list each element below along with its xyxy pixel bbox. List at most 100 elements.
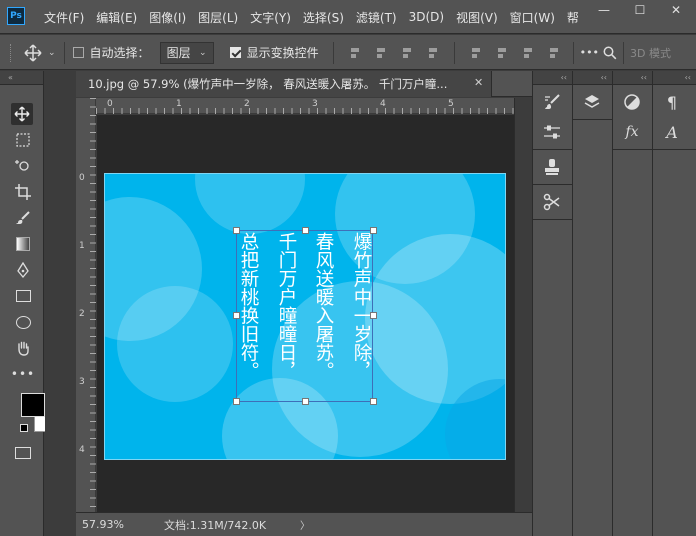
align-center-h-icon[interactable]	[375, 46, 387, 60]
search-icon[interactable]	[603, 46, 617, 60]
character-icon[interactable]: A	[653, 117, 691, 147]
panel-collapse-header[interactable]: ‹‹	[533, 71, 572, 85]
mode-3d-label[interactable]: 3D 模式	[630, 45, 671, 61]
align-middle-v-icon[interactable]	[496, 46, 508, 60]
panel-collapse-header[interactable]: ‹‹	[613, 71, 652, 85]
transform-handle-tl[interactable]	[233, 227, 240, 234]
ruler-v-label: 2	[79, 309, 85, 319]
stamp-icon[interactable]	[533, 152, 571, 182]
layers-icon[interactable]	[573, 87, 611, 117]
transform-handle-br[interactable]	[370, 398, 377, 405]
panel-column-2: ‹‹	[572, 71, 612, 536]
status-bar: 57.93% 文档:1.31M/742.0K 〉	[76, 512, 532, 536]
menu-items: 文件(F) 编辑(E) 图像(I) 图层(L) 文字(Y) 选择(S) 滤镜(T…	[44, 0, 591, 34]
ps-logo: Ps	[7, 7, 25, 25]
toolbar-gap	[45, 71, 76, 536]
poem-line-3[interactable]: 千门万户曈曈日，	[276, 232, 297, 380]
default-colors-icon[interactable]	[20, 424, 28, 432]
menu-file[interactable]: 文件(F)	[44, 9, 84, 26]
menu-type[interactable]: 文字(Y)	[250, 9, 291, 26]
menu-bar: Ps 文件(F) 编辑(E) 图像(I) 图层(L) 文字(Y) 选择(S) 滤…	[0, 0, 696, 34]
hand-tool-icon[interactable]	[12, 337, 34, 359]
object-select-icon[interactable]	[12, 155, 34, 177]
more-tools-icon[interactable]: •••	[11, 363, 34, 385]
transform-handle-mr[interactable]	[370, 312, 377, 319]
transform-handle-ml[interactable]	[233, 312, 240, 319]
show-transform-checkbox[interactable]	[229, 47, 241, 58]
align-top-icon[interactable]	[470, 46, 482, 60]
tools-panel-header[interactable]: «	[0, 71, 43, 85]
transform-handle-tr[interactable]	[370, 227, 377, 234]
auto-select-target-dropdown[interactable]: 图层 ⌄	[159, 41, 214, 64]
adjust-icon[interactable]	[533, 117, 571, 147]
panel-collapse-header[interactable]: ‹‹	[653, 71, 696, 85]
styles-fx-icon[interactable]: fx	[613, 117, 651, 147]
marquee-tool-icon[interactable]	[12, 129, 34, 151]
minimize-button[interactable]: —	[586, 0, 622, 20]
horizontal-ruler[interactable]: 0 1 2 3 4 5	[96, 98, 514, 114]
rectangle-tool-icon[interactable]	[12, 285, 34, 307]
ruler-v-label: 1	[79, 241, 85, 251]
menu-help[interactable]: 帮	[567, 9, 579, 26]
brush-tool-icon[interactable]	[12, 207, 34, 229]
align-left-icon[interactable]	[349, 46, 361, 60]
quick-mask-icon[interactable]	[15, 447, 31, 459]
brush-settings-icon[interactable]	[533, 87, 571, 117]
divider	[572, 41, 574, 64]
divider	[453, 41, 455, 64]
divider	[332, 41, 334, 64]
poem-line-2[interactable]: 春风送暖入屠苏。	[313, 232, 334, 380]
options-bar: ⌄ 自动选择： 图层 ⌄ 显示变换控件 ••• 3D 模式	[0, 35, 696, 70]
paragraph-icon[interactable]: ¶	[653, 87, 691, 117]
window-controls: — ☐ ✕	[586, 0, 696, 20]
move-tool-preset-icon[interactable]	[24, 43, 42, 62]
transform-handle-bm[interactable]	[302, 398, 309, 405]
ruler-v-label: 0	[79, 173, 85, 183]
align-right-icon[interactable]	[401, 46, 413, 60]
menu-image[interactable]: 图像(I)	[149, 9, 186, 26]
vertical-ruler[interactable]: 0 1 2 3 4	[76, 98, 96, 512]
zoom-level[interactable]: 57.93%	[82, 518, 164, 531]
menu-select[interactable]: 选择(S)	[303, 9, 344, 26]
maximize-button[interactable]: ☐	[622, 0, 658, 20]
foreground-color-swatch[interactable]	[21, 393, 45, 417]
align-dist-h-icon[interactable]	[427, 46, 439, 60]
vertical-scrollbar[interactable]	[514, 98, 532, 512]
auto-select-label: 自动选择：	[89, 46, 150, 60]
align-bottom-icon[interactable]	[522, 46, 534, 60]
menu-layer[interactable]: 图层(L)	[198, 9, 238, 26]
options-left: ⌄ 自动选择： 图层 ⌄ 显示变换控件 ••• 3D 模式	[10, 35, 671, 70]
status-menu-arrow[interactable]: 〉	[300, 517, 310, 532]
menu-edit[interactable]: 编辑(E)	[96, 9, 137, 26]
menu-window[interactable]: 窗口(W)	[510, 9, 555, 26]
poem-line-4[interactable]: 总把新桃换旧符。	[238, 232, 259, 380]
poem-line-1[interactable]: 爆竹声中一岁除，	[351, 232, 372, 380]
auto-select-checkbox[interactable]	[72, 47, 84, 58]
panel-group: fx	[613, 85, 652, 150]
crop-tool-icon[interactable]	[12, 181, 34, 203]
chevron-down-icon[interactable]: ⌄	[48, 48, 56, 58]
panel-column-3: ‹‹ fx	[612, 71, 652, 536]
menu-filter[interactable]: 滤镜(T)	[356, 9, 397, 26]
transform-handle-bl[interactable]	[233, 398, 240, 405]
close-tab-icon[interactable]: ✕	[474, 76, 486, 90]
panel-group	[533, 85, 572, 150]
move-tool-icon[interactable]	[11, 103, 33, 125]
dropdown-value: 图层	[166, 46, 191, 60]
transform-handle-tm[interactable]	[302, 227, 309, 234]
pen-tool-icon[interactable]	[12, 259, 34, 281]
more-options-icon[interactable]: •••	[580, 46, 599, 59]
menu-3d[interactable]: 3D(D)	[409, 10, 444, 24]
align-dist-v-icon[interactable]	[548, 46, 560, 60]
document-image[interactable]: 爆竹声中一岁除， 春风送暖入屠苏。 千门万户曈曈日， 总把新桃换旧符。	[104, 173, 506, 460]
close-button[interactable]: ✕	[658, 0, 694, 20]
document-tab[interactable]: 10.jpg @ 57.9% (爆竹声中一岁除， 春风送暖入屠苏。 千门万户瞳.…	[76, 71, 492, 97]
ruler-v-label: 3	[79, 377, 85, 387]
scissors-icon[interactable]	[533, 187, 571, 217]
ruler-h-ticks	[96, 108, 514, 114]
panel-collapse-header[interactable]: ‹‹	[573, 71, 612, 85]
ellipse-tool-icon[interactable]	[12, 311, 34, 333]
menu-view[interactable]: 视图(V)	[456, 9, 498, 26]
adjustments-circle-icon[interactable]	[613, 87, 651, 117]
gradient-tool-icon[interactable]	[12, 233, 34, 255]
